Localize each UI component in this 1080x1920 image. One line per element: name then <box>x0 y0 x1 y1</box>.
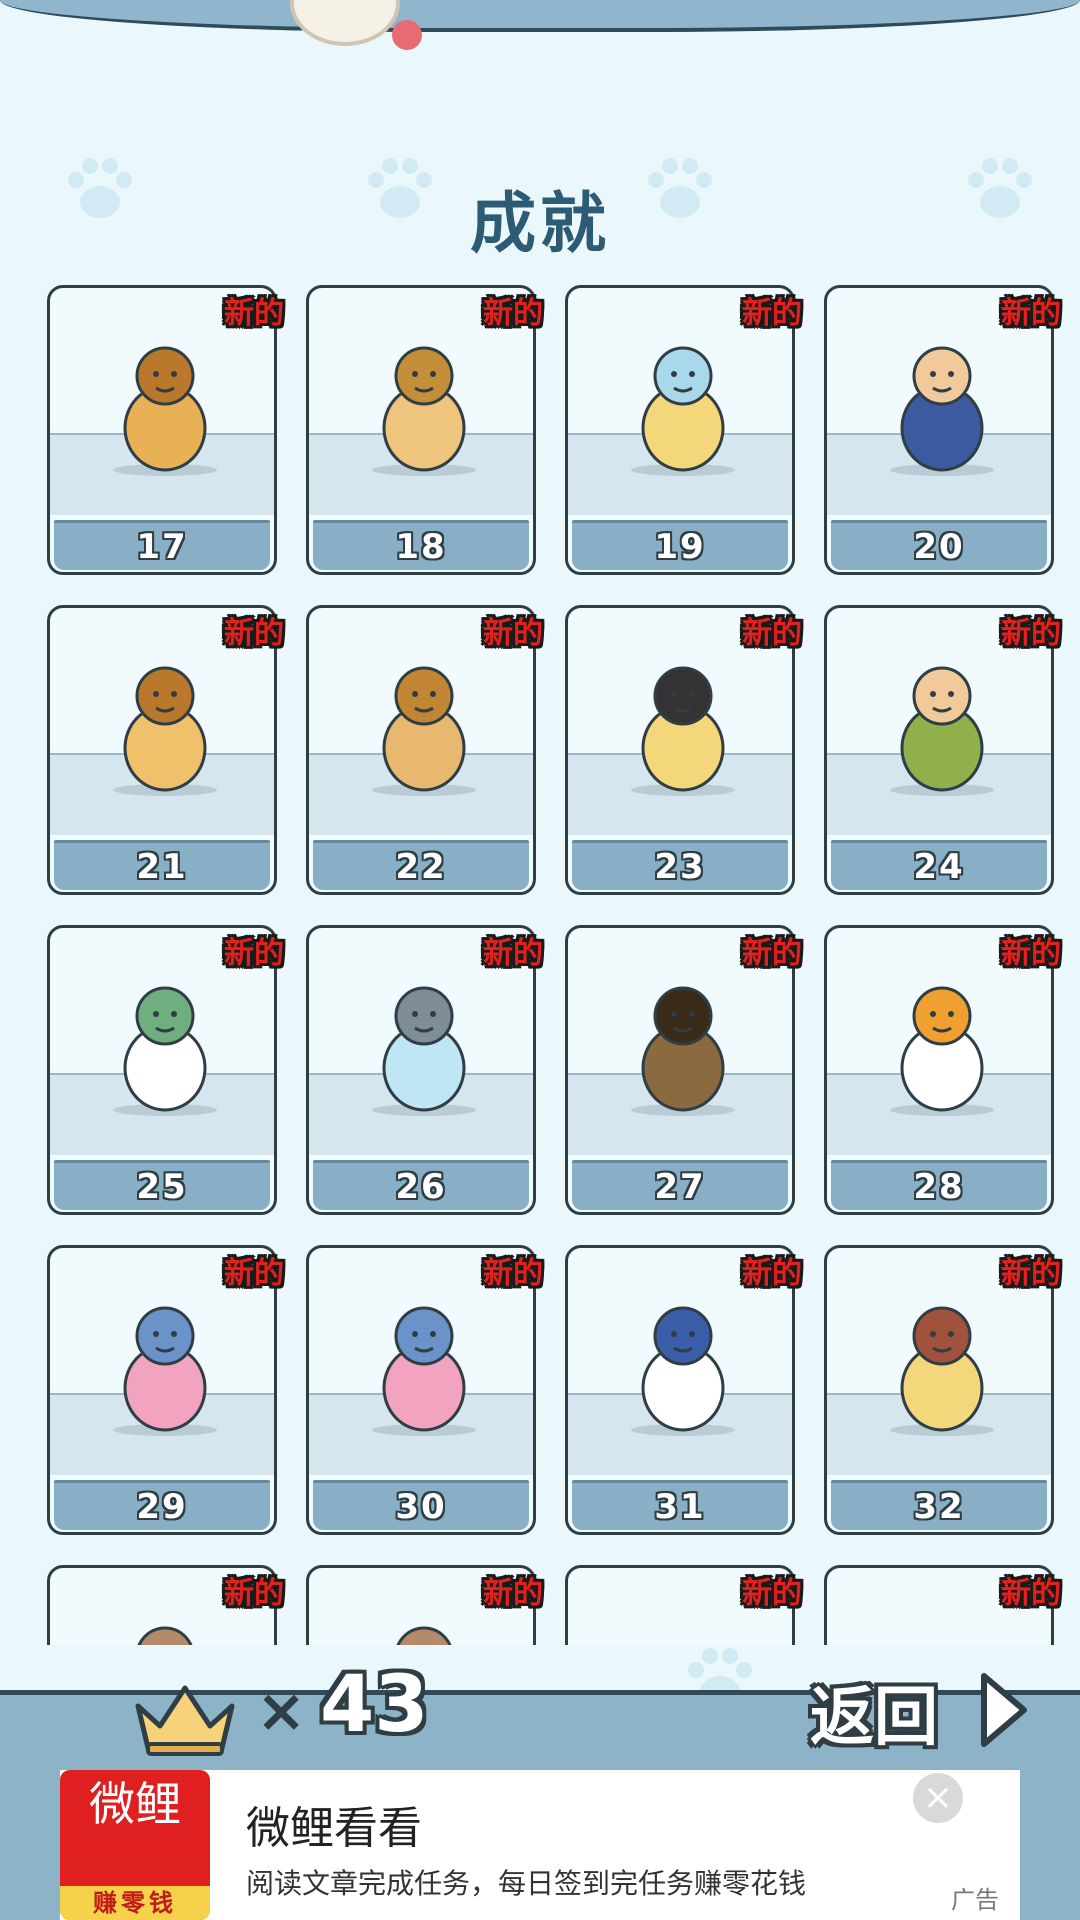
arrow-right-icon <box>981 1673 1027 1747</box>
crown-icon <box>130 1678 240 1762</box>
card-number: 30 <box>313 1480 529 1530</box>
top-bar <box>0 0 1080 32</box>
new-badge: 新的 <box>224 1256 284 1291</box>
new-badge: 新的 <box>224 1576 284 1611</box>
card-number: 29 <box>54 1480 270 1530</box>
card-number: 31 <box>572 1480 788 1530</box>
new-badge: 新的 <box>742 296 802 331</box>
new-badge: 新的 <box>742 936 802 971</box>
card-number: 17 <box>54 520 270 570</box>
card-number: 32 <box>831 1480 1047 1530</box>
new-badge: 新的 <box>1001 296 1061 331</box>
ad-close-button[interactable]: × <box>913 1773 963 1823</box>
ad-description: 阅读文章完成任务，每日签到完任务赚零花钱 <box>246 1867 807 1900</box>
new-badge: 新的 <box>1001 1576 1061 1611</box>
ad-title: 微鲤看看 <box>246 1803 422 1854</box>
ad-logo-text: 微鲤 <box>89 1777 181 1831</box>
ad-logo-subtext: 赚零钱 <box>60 1886 210 1920</box>
new-badge: 新的 <box>483 616 543 651</box>
new-badge: 新的 <box>1001 936 1061 971</box>
new-badge: 新的 <box>483 1256 543 1291</box>
new-badge: 新的 <box>1001 1256 1061 1291</box>
new-badge: 新的 <box>483 296 543 331</box>
page-title: 成就 <box>470 185 610 262</box>
card-number: 21 <box>54 840 270 890</box>
card-number: 24 <box>831 840 1047 890</box>
new-badge: 新的 <box>483 936 543 971</box>
bear-avatar <box>290 0 400 46</box>
achievement-grid[interactable]: 17 新的 18 新的 19 新的 20 新的 21 新的 22 新的 23 新的 24 新的 25 新的 26 新的… <box>0 280 1080 1645</box>
multiply-sign: × <box>256 1676 307 1746</box>
notification-dot <box>392 20 422 50</box>
new-badge: 新的 <box>742 1256 802 1291</box>
achievements-screen: 成就 17 新的 18 新的 19 新的 20 新的 21 新的 22 新的 23 新的 24 新的 25 新的 2… <box>0 0 1080 1920</box>
card-number: 23 <box>572 840 788 890</box>
card-number: 26 <box>313 1160 529 1210</box>
new-badge: 新的 <box>742 1576 802 1611</box>
ad-label: 广告 <box>930 1880 1020 1920</box>
card-number: 25 <box>54 1160 270 1210</box>
back-label: 返回 <box>810 1681 938 1755</box>
new-badge: 新的 <box>224 936 284 971</box>
ad-logo: 微鲤 赚零钱 <box>60 1770 210 1920</box>
card-number: 22 <box>313 840 529 890</box>
card-number: 18 <box>313 520 529 570</box>
new-badge: 新的 <box>224 296 284 331</box>
card-number: 27 <box>572 1160 788 1210</box>
new-badge: 新的 <box>224 616 284 651</box>
card-number: 19 <box>572 520 788 570</box>
new-badge: 新的 <box>483 1576 543 1611</box>
card-number: 20 <box>831 520 1047 570</box>
new-badge: 新的 <box>1001 616 1061 651</box>
ad-banner[interactable]: 微鲤 赚零钱 微鲤看看 阅读文章完成任务，每日签到完任务赚零花钱 <box>60 1770 1020 1920</box>
card-number: 28 <box>831 1160 1047 1210</box>
back-button[interactable]: 返回 <box>810 1666 1030 1756</box>
new-badge: 新的 <box>742 616 802 651</box>
crown-count: 43 <box>320 1660 429 1750</box>
